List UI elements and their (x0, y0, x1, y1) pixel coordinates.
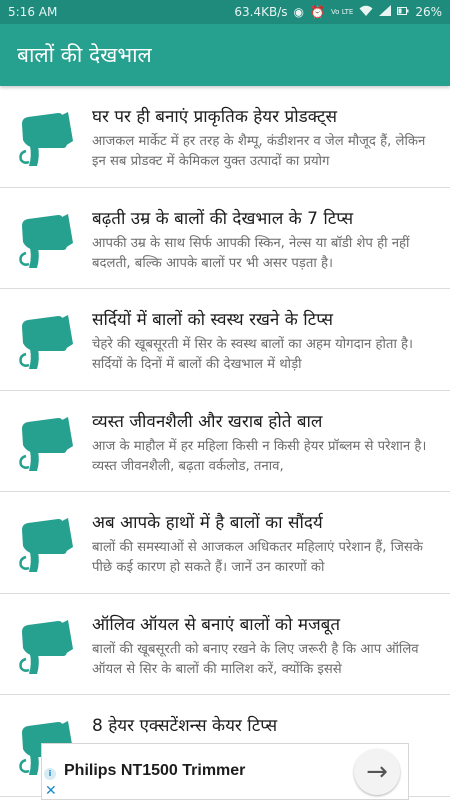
list-item[interactable]: सर्दियों में बालों को स्वस्थ रखने के टिप… (0, 289, 450, 391)
list-item-description: बालों की समस्याओं से आजकल अधिकतर महिलाएं… (92, 540, 423, 575)
status-icons: 63.4KB/s ◉ ⏰ Vo LTE 26% (234, 5, 442, 20)
status-bar: 5:16 AM 63.4KB/s ◉ ⏰ Vo LTE 26% (0, 0, 450, 24)
list-item-title: बढ़ती उम्र के बालों की देखभाल के 7 टिप्स (92, 208, 354, 229)
article-list: घर पर ही बनाएं प्राकृतिक हेयर प्रोडक्ट्स… (0, 86, 450, 797)
list-item-title: ऑलिव ऑयल से बनाएं बालों को मजबूत (92, 614, 341, 635)
volte-icon: Vo LTE (330, 7, 354, 16)
hair-dryer-icon (16, 110, 74, 168)
list-item-title: सर्दियों में बालों को स्वस्थ रखने के टिप… (92, 310, 334, 330)
app-bar: बालों की देखभाल (0, 24, 450, 86)
ad-close-icon[interactable]: ✕ (45, 783, 57, 799)
list-item-description: चेहरे की खूबसूरती में सिर के स्वस्थ बालो… (92, 337, 414, 372)
list-item-title: घर पर ही बनाएं प्राकृतिक हेयर प्रोडक्ट्स (92, 107, 338, 127)
list-item-title: 8 हेयर एक्सटेंशन्स केयर टिप्स (92, 716, 278, 736)
list-item-title: व्यस्त जीवनशैली और खराब होते बाल (92, 411, 323, 432)
list-item-title: अब आपके हाथों में है बालों का सौंदर्य (92, 513, 323, 533)
list-item[interactable]: बढ़ती उम्र के बालों की देखभाल के 7 टिप्स… (0, 188, 450, 289)
list-item[interactable]: ऑलिव ऑयल से बनाएं बालों को मजबूत बालों क… (0, 594, 450, 695)
list-item[interactable]: घर पर ही बनाएं प्राकृतिक हेयर प्रोडक्ट्स… (0, 86, 450, 188)
battery-level: 26% (415, 5, 442, 19)
ad-info-icon[interactable]: i (44, 768, 56, 780)
list-item-description: आज के माहौल में हर महिला किसी न किसी हेय… (92, 438, 427, 474)
page-title: बालों की देखभाल (17, 43, 152, 67)
network-speed: 63.4KB/s (234, 5, 288, 19)
hair-dryer-icon (16, 618, 74, 676)
list-item[interactable]: अब आपके हाथों में है बालों का सौंदर्य बा… (0, 492, 450, 594)
hair-dryer-icon (16, 516, 74, 574)
list-item[interactable]: व्यस्त जीवनशैली और खराब होते बाल आज के म… (0, 391, 450, 492)
list-item-description: आपकी उम्र के साथ सिर्फ आपकी स्किन, नेल्स… (92, 235, 410, 271)
signal-icon (379, 5, 392, 19)
hair-dryer-icon (16, 313, 74, 371)
ad-title[interactable]: Philips NT1500 Trimmer (64, 762, 245, 780)
battery-icon (397, 5, 409, 20)
list-item-description: आजकल मार्केट में हर तरह के शैम्पू, कंडीश… (92, 134, 426, 169)
alarm-icon: ⏰ (309, 5, 325, 19)
ad-banner[interactable]: i ✕ Philips NT1500 Trimmer → (41, 743, 409, 800)
list-item-description: बालों की खूबसूरती को बनाए रखने के लिए जर… (92, 641, 419, 677)
eye-icon: ◉ (293, 5, 304, 19)
status-time: 5:16 AM (8, 5, 58, 19)
hair-dryer-icon (16, 415, 74, 473)
wifi-icon (359, 5, 373, 19)
ad-arrow-button[interactable]: → (354, 749, 400, 795)
hair-dryer-icon (16, 212, 74, 270)
